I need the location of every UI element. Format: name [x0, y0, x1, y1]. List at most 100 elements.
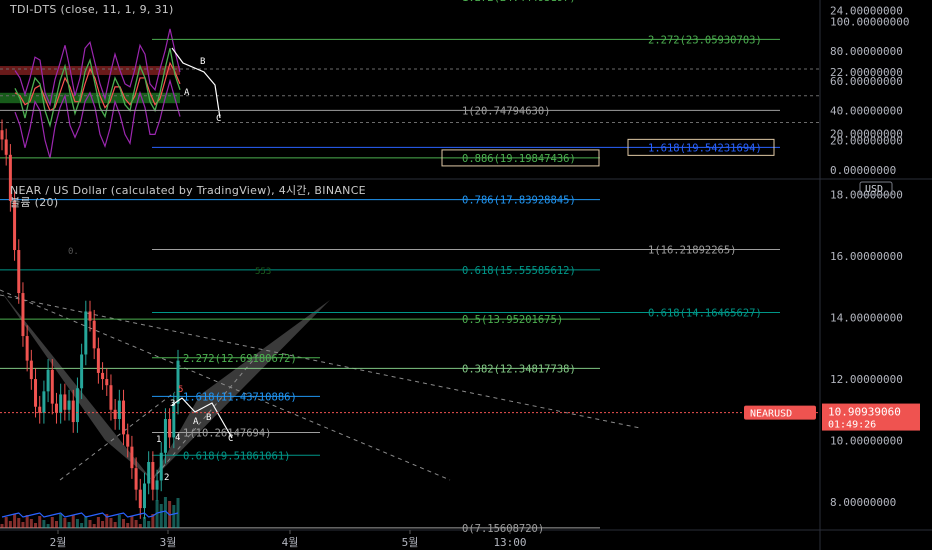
countdown-timer: 01:49:26: [828, 420, 876, 431]
volume-bar: [42, 520, 46, 528]
time-axis-tick: 2월: [50, 536, 67, 549]
price-candle[interactable]: [134, 468, 138, 490]
price-candle[interactable]: [63, 394, 67, 410]
lower-volatility-band: [14, 78, 181, 159]
wave-label: 3: [170, 399, 175, 409]
volume-bar: [134, 520, 138, 528]
volume-bar: [147, 521, 151, 528]
indicator-title: TDI-DTS (close, 11, 1, 9, 31): [10, 3, 174, 16]
price-candle[interactable]: [105, 379, 109, 386]
price-candle[interactable]: [142, 483, 146, 509]
fib-level-label: 0.786(17.83928845): [462, 195, 576, 207]
price-candle[interactable]: [75, 388, 79, 423]
volume-bar: [113, 522, 117, 528]
price-candle[interactable]: [59, 394, 63, 413]
price-candle[interactable]: [113, 409, 117, 419]
price-candle[interactable]: [155, 480, 159, 490]
price-candle[interactable]: [168, 418, 172, 438]
time-axis-tick: 3월: [160, 536, 177, 549]
volume-bar: [13, 514, 17, 528]
price-candle[interactable]: [138, 489, 142, 509]
price-candle[interactable]: [130, 446, 134, 469]
price-candle[interactable]: [67, 400, 71, 410]
fib-level-label: 0.5(13.95201675): [462, 314, 563, 326]
fib-level-label: 1.618(11.43710886): [183, 391, 297, 403]
indicator-axis-tick: 100.00000000: [830, 16, 909, 29]
volume-bar: [130, 516, 134, 528]
currency-label: USD: [865, 184, 883, 195]
volume-indicator-label: 볼륨 (20): [10, 196, 59, 209]
wave-label: B: [200, 57, 205, 67]
fib-level-label: 2.272(12.69180672): [183, 353, 297, 365]
volume-bar: [80, 523, 84, 528]
price-candle[interactable]: [25, 336, 29, 361]
volume-bar: [96, 517, 100, 528]
volume-bar: [29, 519, 33, 528]
price-axis-tick: 20.00000000: [830, 127, 903, 140]
trading-chart[interactable]: ABC 2.618(24.91997762)1.272(24.44493197)…: [0, 0, 932, 550]
price-candle[interactable]: [4, 139, 8, 155]
volume-bar: [50, 517, 54, 528]
wave-label: C: [228, 434, 233, 444]
partial-fib-label: 0.: [68, 247, 79, 257]
indicator-axis-tick: 40.00000000: [830, 105, 903, 118]
main-chart-title: NEAR / US Dollar (calculated by TradingV…: [10, 184, 366, 197]
price-candle[interactable]: [163, 418, 167, 453]
volume-bar: [101, 521, 105, 528]
price-candle[interactable]: [122, 400, 126, 435]
fib-level-label: 0.886(19.19847436): [462, 153, 576, 165]
price-candle[interactable]: [38, 406, 42, 413]
price-candle[interactable]: [0, 130, 4, 140]
price-candle[interactable]: [159, 452, 163, 481]
volume-bar: [117, 515, 121, 528]
volume-bar: [8, 521, 12, 528]
volume-bar: [0, 524, 4, 528]
price-candle[interactable]: [17, 250, 21, 294]
volume-bar: [109, 518, 113, 528]
chart-canvas[interactable]: ABC 2.618(24.91997762)1.272(24.44493197)…: [0, 0, 932, 550]
price-candle[interactable]: [46, 369, 50, 392]
price-candle[interactable]: [147, 462, 151, 484]
price-candle[interactable]: [34, 379, 38, 407]
price-candle[interactable]: [80, 354, 84, 389]
volume-bar: [38, 516, 42, 528]
price-candle[interactable]: [21, 293, 25, 337]
fib-level-label: 0(7.15608720): [462, 523, 544, 535]
price-candle[interactable]: [50, 369, 54, 404]
volume-bar: [75, 519, 79, 528]
price-candle[interactable]: [96, 348, 100, 373]
price-candle[interactable]: [126, 434, 130, 447]
volume-bar: [159, 504, 163, 528]
price-candle[interactable]: [151, 462, 155, 490]
symbol-badge-label: NEARUSD: [750, 409, 792, 420]
volume-bar: [126, 523, 130, 528]
indicator-pane[interactable]: A B C: [0, 28, 820, 159]
time-axis-tick: 4월: [282, 536, 299, 549]
wave-label: C: [216, 114, 221, 124]
price-candle[interactable]: [92, 320, 96, 349]
volume-bar: [4, 517, 8, 528]
price-candle[interactable]: [117, 400, 121, 419]
price-candle[interactable]: [71, 400, 75, 423]
indicator-axis-tick: 80.00000000: [830, 45, 903, 58]
volume-bar: [54, 521, 58, 528]
fib-level-label: 2.272(23.05930703): [648, 34, 762, 46]
price-candle[interactable]: [176, 360, 180, 404]
volume-bar: [21, 522, 25, 528]
price-candle[interactable]: [29, 360, 33, 380]
price-candle[interactable]: [101, 372, 105, 380]
price-candle[interactable]: [42, 391, 46, 413]
price-candle[interactable]: [54, 403, 58, 413]
price-axis-tick: 24.00000000: [830, 4, 903, 17]
wave-label: 2: [164, 473, 169, 483]
volume-bar: [17, 518, 21, 528]
volume-bar: [34, 523, 38, 528]
price-axis-tick: 10.00000000: [830, 435, 903, 448]
wave-label: A: [184, 88, 190, 98]
volume-bar: [25, 515, 29, 528]
volume-bar: [172, 505, 176, 528]
price-candle[interactable]: [84, 311, 88, 355]
price-candle[interactable]: [109, 385, 113, 410]
price-candle[interactable]: [88, 311, 92, 321]
volume-bar: [122, 519, 126, 528]
